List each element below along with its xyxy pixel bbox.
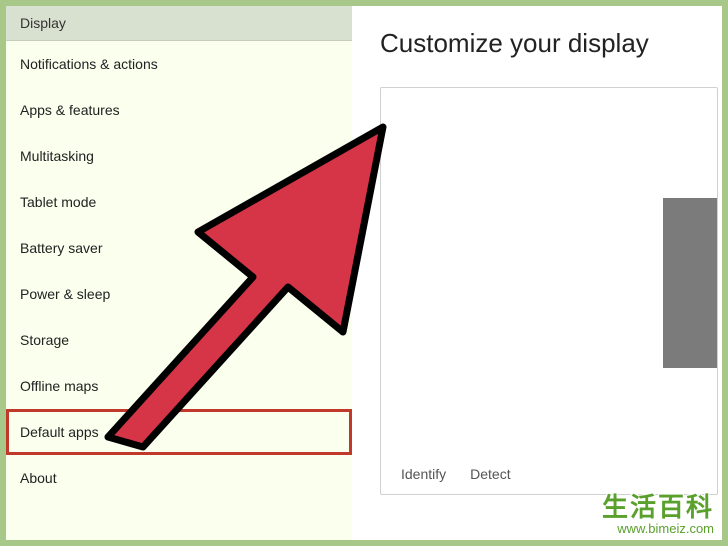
detect-button[interactable]: Detect: [470, 466, 510, 482]
watermark: 生活百科 www.bimeiz.com: [602, 493, 714, 536]
settings-window: Display Notifications & actions Apps & f…: [6, 6, 722, 540]
page-title: Customize your display: [380, 28, 722, 59]
sidebar-item-tablet-mode[interactable]: Tablet mode: [6, 179, 352, 225]
display-preview-box: Identify Detect: [380, 87, 718, 495]
settings-sidebar: Display Notifications & actions Apps & f…: [6, 6, 352, 540]
sidebar-header-display[interactable]: Display: [6, 6, 352, 41]
watermark-url: www.bimeiz.com: [602, 522, 714, 536]
sidebar-item-storage[interactable]: Storage: [6, 317, 352, 363]
main-content: Customize your display Identify Detect: [352, 6, 722, 540]
sidebar-item-notifications-actions[interactable]: Notifications & actions: [6, 41, 352, 87]
sidebar-item-battery-saver[interactable]: Battery saver: [6, 225, 352, 271]
sidebar-item-apps-features[interactable]: Apps & features: [6, 87, 352, 133]
sidebar-item-default-apps[interactable]: Default apps: [6, 409, 352, 455]
sidebar-item-about[interactable]: About: [6, 455, 352, 501]
sidebar-item-power-sleep[interactable]: Power & sleep: [6, 271, 352, 317]
watermark-text-cn: 生活百科: [602, 493, 714, 522]
sidebar-item-offline-maps[interactable]: Offline maps: [6, 363, 352, 409]
preview-actions: Identify Detect: [401, 466, 511, 482]
monitor-thumbnail[interactable]: [663, 198, 717, 368]
identify-button[interactable]: Identify: [401, 466, 446, 482]
sidebar-item-multitasking[interactable]: Multitasking: [6, 133, 352, 179]
